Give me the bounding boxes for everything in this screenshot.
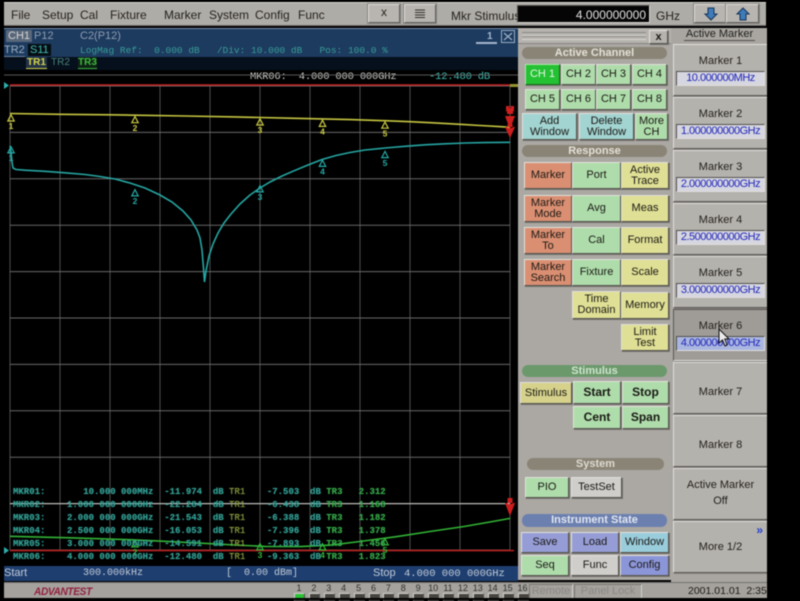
svg-text:3: 3 [258, 192, 263, 202]
svg-text:1: 1 [9, 121, 14, 131]
svg-text:5: 5 [383, 158, 388, 168]
svg-text:5: 5 [383, 128, 388, 138]
svg-text:2: 2 [133, 123, 138, 133]
svg-text:4: 4 [320, 127, 325, 137]
svg-text:3: 3 [258, 125, 263, 135]
svg-text:1: 1 [9, 153, 14, 163]
svg-text:4: 4 [320, 167, 325, 177]
svg-text:2: 2 [133, 196, 138, 206]
